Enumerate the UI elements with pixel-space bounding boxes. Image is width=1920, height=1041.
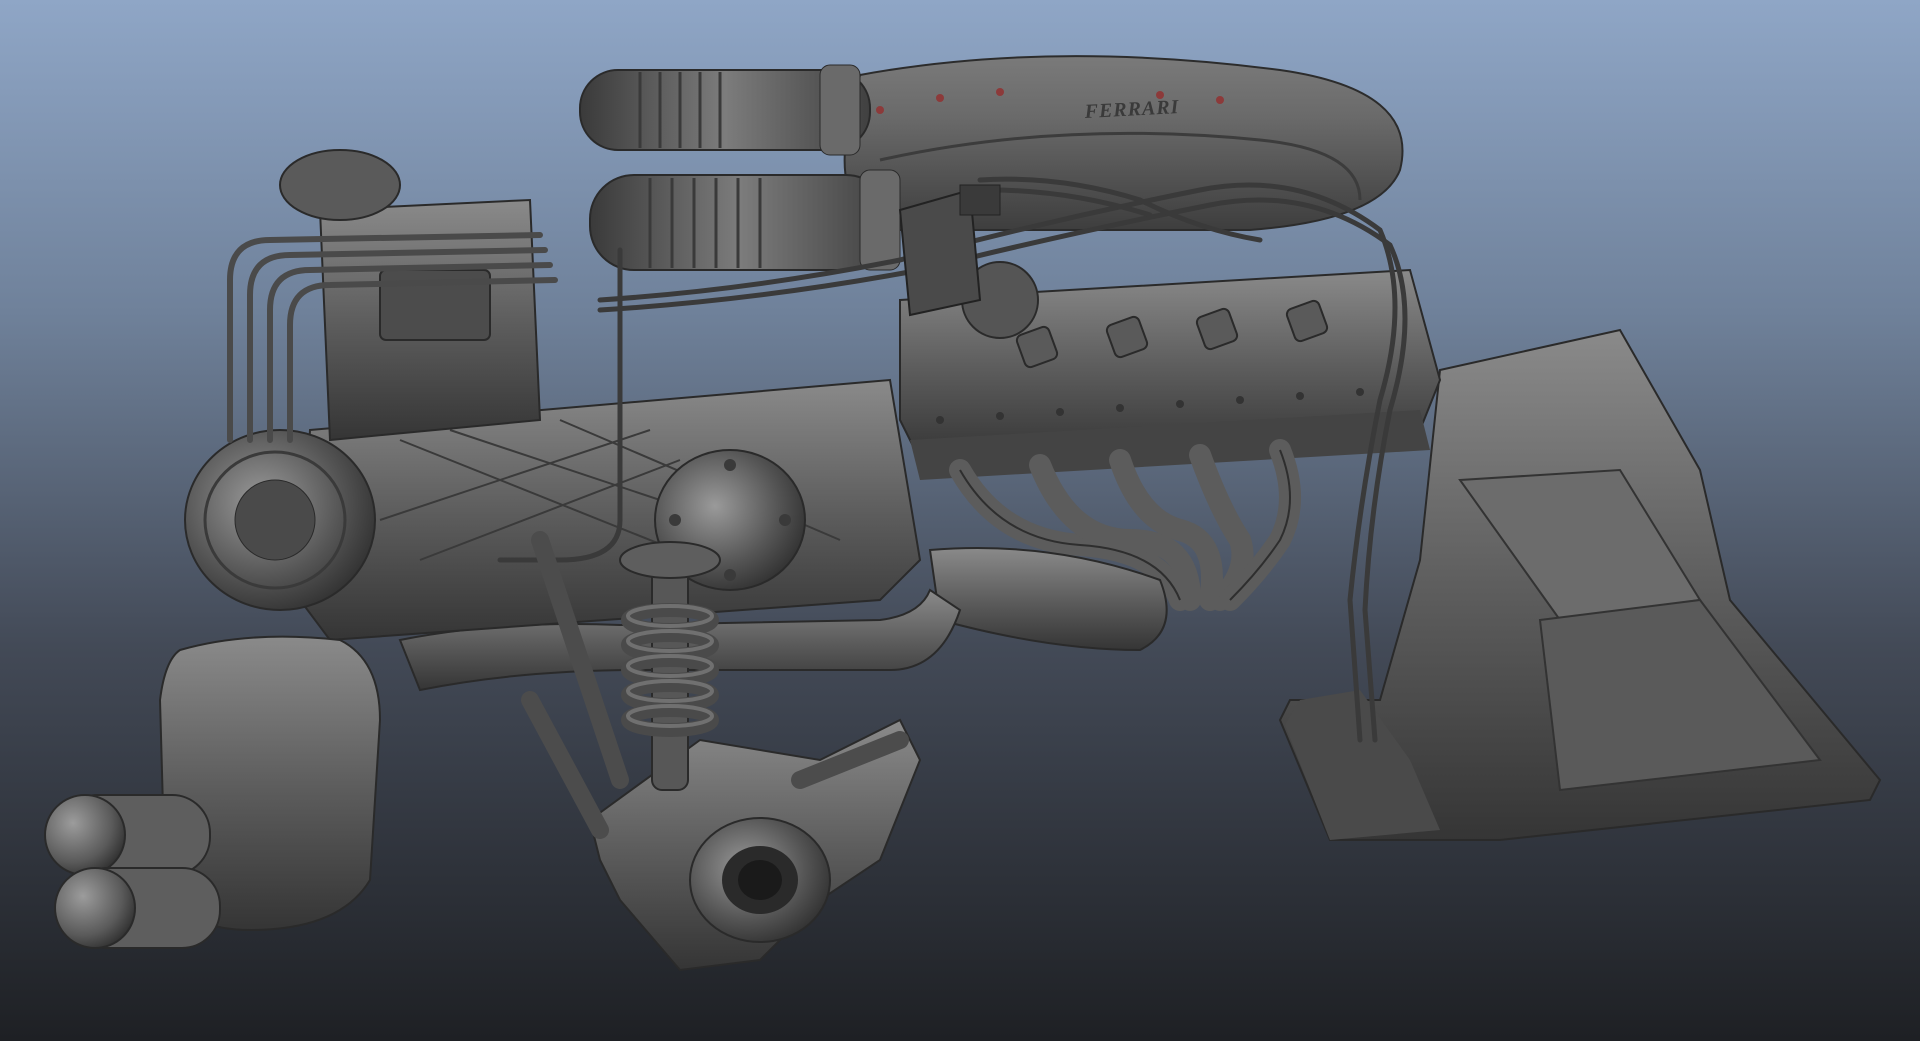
engine-model-render[interactable]: FERRARI	[0, 0, 1920, 1041]
bell-housing	[184, 429, 376, 611]
lower-intake-tube	[589, 169, 901, 271]
upper-intake-tube	[579, 64, 871, 156]
valve-cover	[899, 261, 1442, 480]
gearbox-actuator	[279, 149, 542, 442]
exhaust-tips	[44, 794, 221, 949]
3d-viewport[interactable]: FERRARI	[0, 0, 1920, 1041]
